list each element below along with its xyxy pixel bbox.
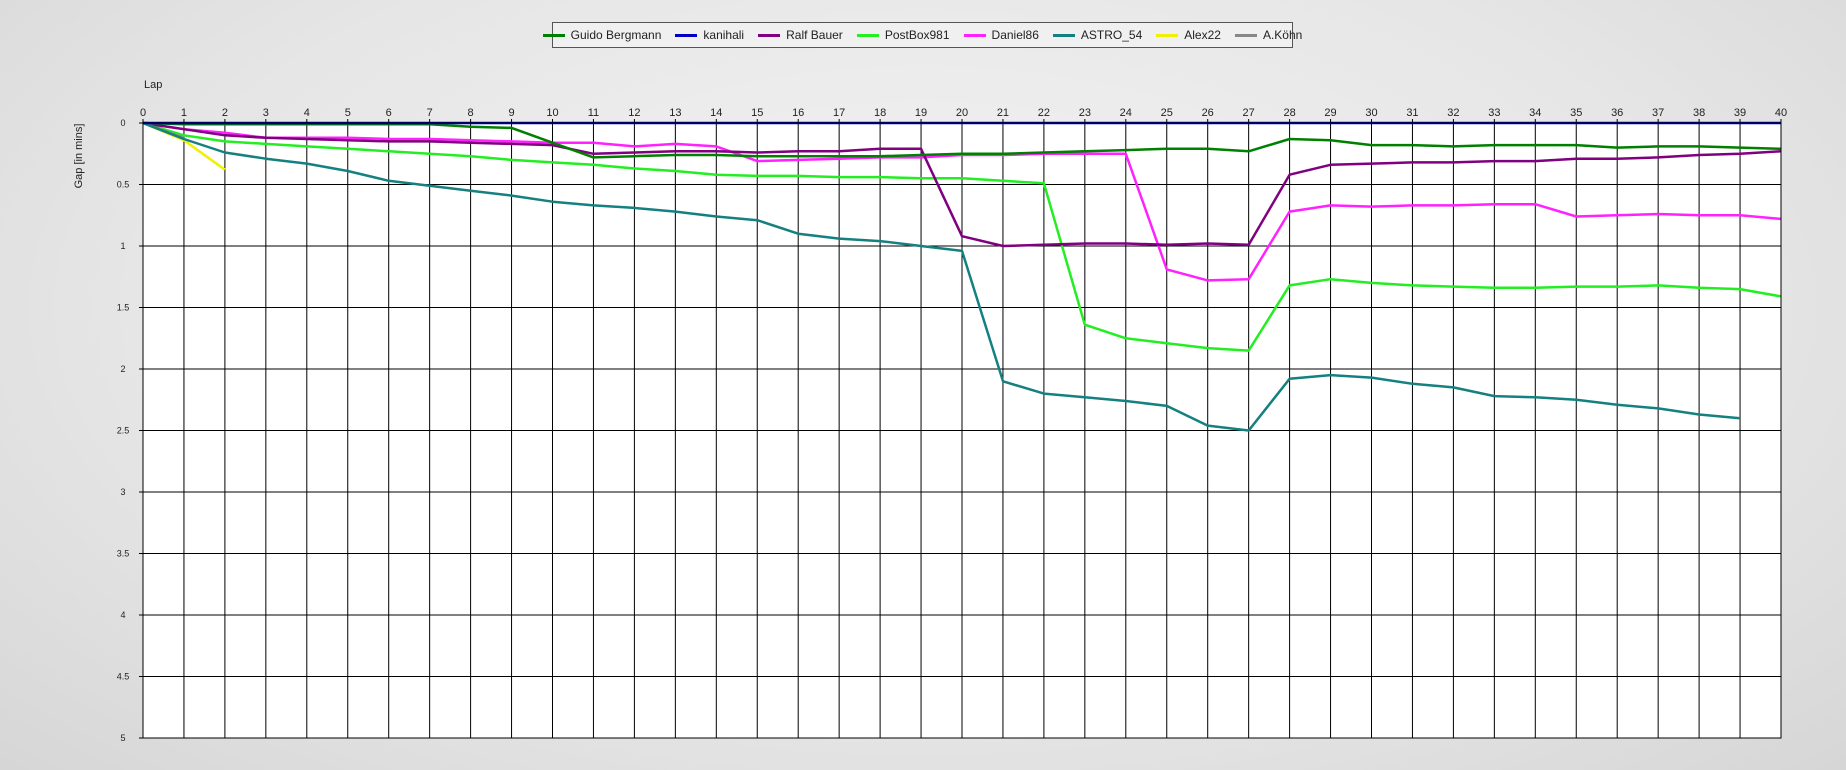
y-tick-label: 3.5 bbox=[117, 549, 130, 559]
x-tick-label: 6 bbox=[386, 107, 392, 119]
x-tick-label: 5 bbox=[345, 107, 351, 119]
x-tick-label: 15 bbox=[751, 107, 763, 119]
y-tick-label: 2 bbox=[120, 364, 125, 374]
x-tick-label: 16 bbox=[792, 107, 804, 119]
y-tick-label: 3 bbox=[120, 487, 125, 497]
x-tick-label: 39 bbox=[1734, 107, 1746, 119]
y-tick-label: 4.5 bbox=[117, 672, 130, 682]
y-tick-label: 5 bbox=[120, 733, 125, 743]
x-tick-label: 2 bbox=[222, 107, 228, 119]
x-tick-label: 30 bbox=[1365, 107, 1377, 119]
x-tick-label: 21 bbox=[997, 107, 1009, 119]
y-tick-label: 4 bbox=[120, 610, 125, 620]
x-tick-label: 40 bbox=[1775, 107, 1787, 119]
x-tick-label: 24 bbox=[1120, 107, 1132, 119]
y-tick-label: 0 bbox=[120, 118, 125, 128]
x-tick-label: 36 bbox=[1611, 107, 1623, 119]
y-axis-label: Gap [in mins] bbox=[73, 124, 85, 189]
x-tick-label: 37 bbox=[1652, 107, 1664, 119]
x-tick-label: 11 bbox=[588, 107, 599, 119]
x-tick-label: 29 bbox=[1324, 107, 1336, 119]
x-tick-label: 12 bbox=[628, 107, 640, 119]
x-tick-label: 0 bbox=[140, 107, 146, 119]
x-tick-label: 34 bbox=[1529, 107, 1541, 119]
x-tick-label: 28 bbox=[1283, 107, 1295, 119]
x-tick-label: 9 bbox=[508, 107, 514, 119]
x-tick-label: 14 bbox=[710, 107, 722, 119]
x-tick-label: 25 bbox=[1161, 107, 1173, 119]
x-tick-label: 4 bbox=[304, 107, 310, 119]
chart-grid bbox=[142, 122, 1782, 739]
x-axis-label: Lap bbox=[144, 79, 162, 91]
x-tick-label: 20 bbox=[956, 107, 968, 119]
x-tick-label: 19 bbox=[915, 107, 927, 119]
x-tick-label: 10 bbox=[546, 107, 558, 119]
x-tick-label: 7 bbox=[427, 107, 433, 119]
y-tick-label: 0.5 bbox=[117, 180, 130, 190]
x-tick-label: 23 bbox=[1079, 107, 1091, 119]
x-tick-label: 35 bbox=[1570, 107, 1582, 119]
x-tick-label: 17 bbox=[833, 107, 845, 119]
y-tick-label: 1.5 bbox=[117, 303, 130, 313]
x-tick-label: 33 bbox=[1488, 107, 1500, 119]
x-tick-label: 31 bbox=[1406, 107, 1418, 119]
x-tick-label: 13 bbox=[669, 107, 681, 119]
x-tick-label: 22 bbox=[1038, 107, 1050, 119]
x-tick-label: 26 bbox=[1202, 107, 1214, 119]
x-tick-label: 8 bbox=[468, 107, 474, 119]
y-tick-label: 2.5 bbox=[117, 426, 130, 436]
x-tick-label: 27 bbox=[1243, 107, 1255, 119]
x-tick-label: 32 bbox=[1447, 107, 1459, 119]
chart-plot: 0 1 2 3 4 5 6 7 8 9 10 11 12 13 14 15 16 17 18 19 20 21 22 23 24… bbox=[73, 79, 1787, 743]
y-tick-label: 1 bbox=[120, 241, 125, 251]
x-tick-label: 3 bbox=[263, 107, 269, 119]
x-tick-label: 38 bbox=[1693, 107, 1705, 119]
x-tick-label: 1 bbox=[181, 107, 187, 119]
x-tick-label: 18 bbox=[874, 107, 886, 119]
